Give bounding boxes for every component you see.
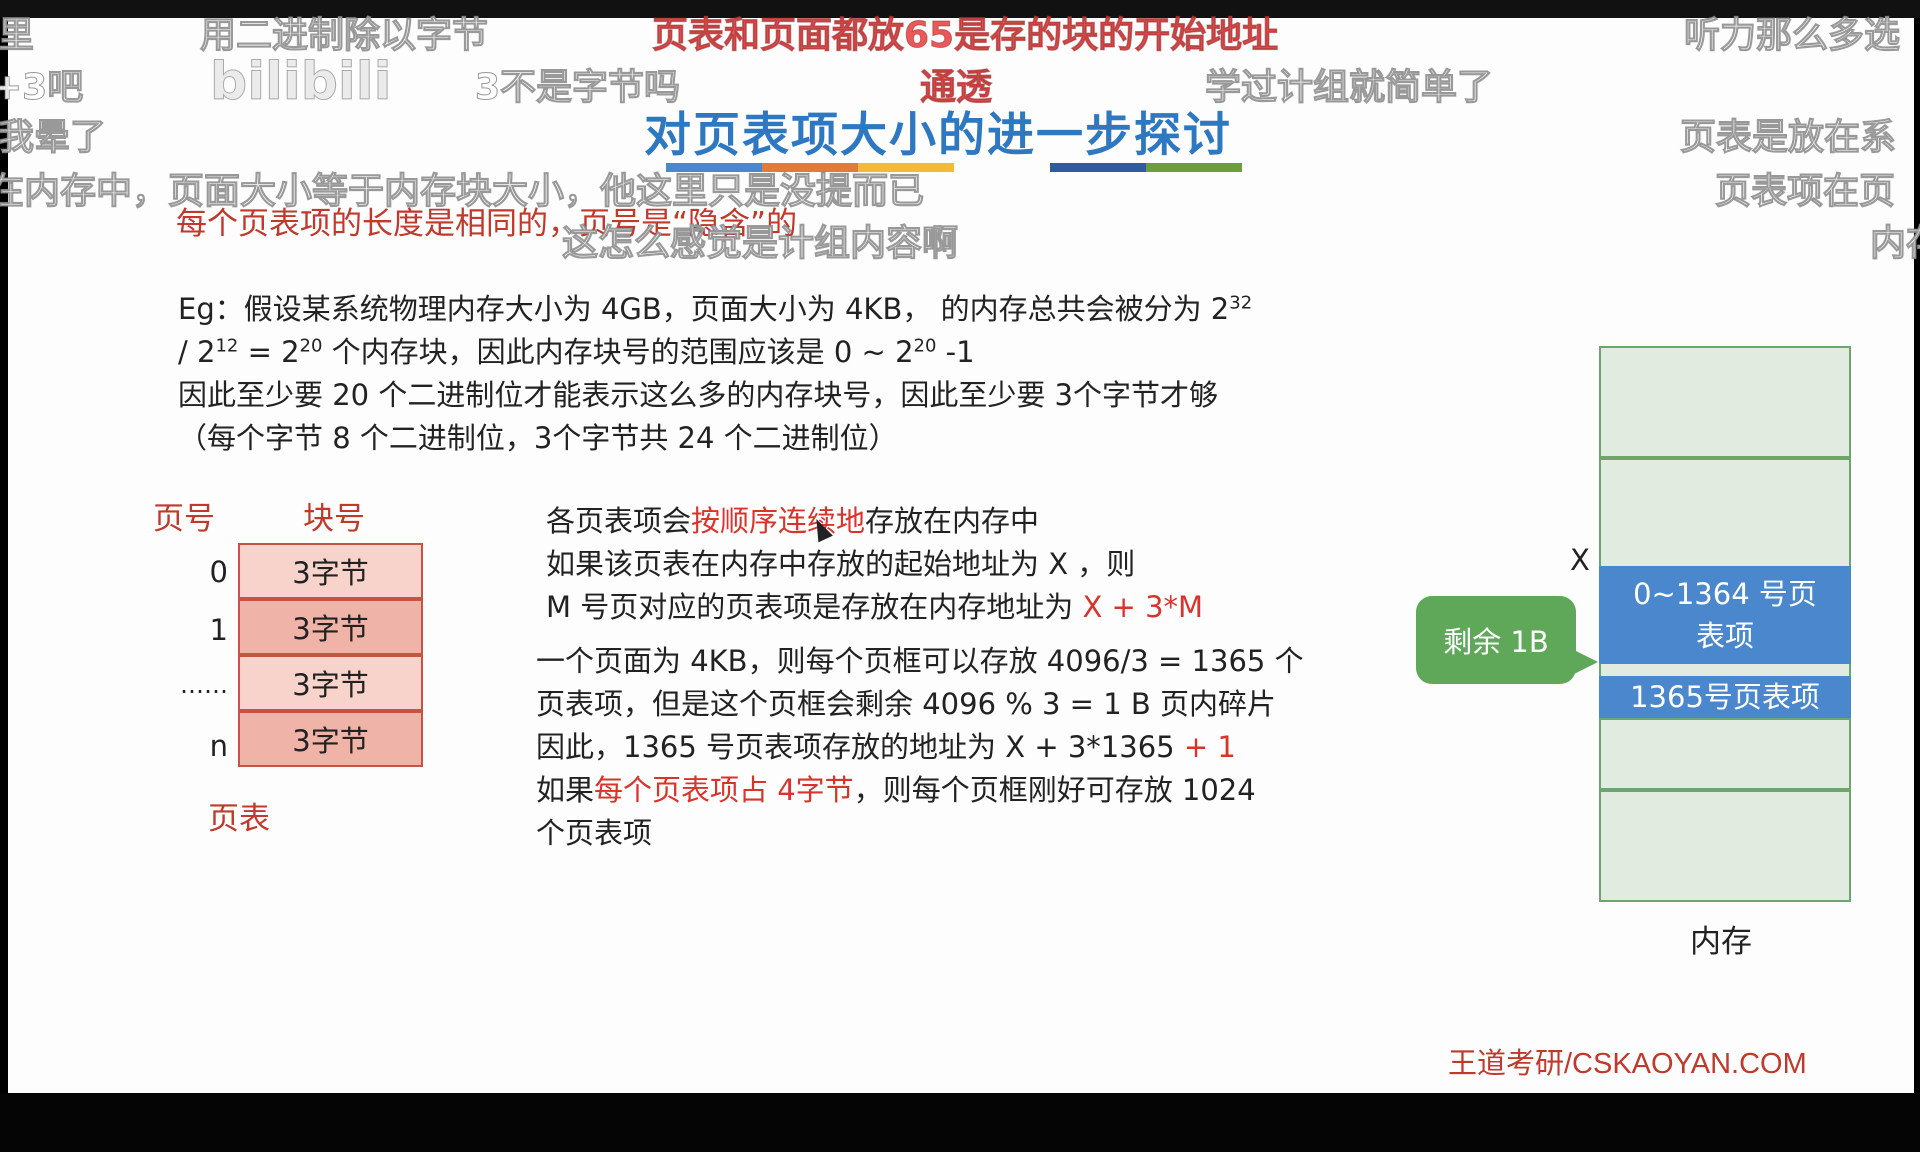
explain-line-3: M 号页对应的页表项是存放在内存地址为 X + 3*M [546,586,1203,629]
page-table-cell: 3字节 [238,655,423,711]
video-bottom-bar [0,1093,1920,1152]
memory-caption: 内存 [1690,924,1752,960]
example-paragraph: Eg：假设某系统物理内存大小为 4GB，页面大小为 4KB， 的内存总共会被分为… [178,288,1252,460]
explain-line-8: 个页表项 [536,816,653,850]
footer-brand: 王道考研/CSKAOYAN.COM [1448,1048,1807,1080]
eg-sup: 12 [215,335,239,357]
explain-text: 因此，1365 号页表项存放的地址为 X + 3*1365 [536,730,1184,764]
row-label-n: n [209,729,228,763]
danmaku-comment: 页表是放在系 [1679,117,1897,159]
explain-line-5: 页表项，但是这个页框会剩余 4096 % 3 = 1 B 页内碎片 [536,687,1276,721]
explain-text: 各页表项会 [546,504,692,538]
danmaku-comment: 通透 [919,67,993,109]
explain-highlight: 按顺序连续地 [691,504,866,538]
eg-sup: 20 [299,335,323,357]
example-line-3: 因此至少要 20 个二进制位才能表示这么多的内存块号，因此至少要 3个字节才够 [178,378,1219,412]
example-line-2: / 212 = 220 个内存块，因此内存块号的范围应该是 0 ~ 220 -1 [178,331,1252,374]
memory-label: 0~1364 号页 [1633,577,1817,611]
explain-highlight: 每个页表项占 4字节 [594,773,854,807]
page-table-caption: 页表 [208,801,270,837]
explain-text: M 号页对应的页表项是存放在内存地址为 [546,590,1083,624]
row-label-ellipsis: …… [180,671,228,699]
danmaku-comment: 里 [0,15,35,57]
memory-label: 表项 [1695,619,1754,653]
danmaku-comment: 内存 [1869,223,1920,265]
danmaku-comment: 这怎么感觉是计组内容啊 [561,223,959,265]
row-label-1: 1 [209,613,228,647]
start-address-label: X [1570,543,1590,577]
danmaku-comment: 我晕了 [0,117,107,159]
page-table-cell: 3字节 [238,599,423,655]
example-line-4: （每个字节 8 个二进制位，3个字节共 24 个二进制位） [178,421,898,455]
explain-text: 存放在内存中 [865,504,1040,538]
accent-bar-5 [1146,163,1242,172]
danmaku-comment: 听力那么多选 [1683,15,1901,57]
danmaku-comment: 3不是字节吗 [474,67,681,109]
memory-block [1599,458,1851,568]
danmaku-comment: +3吧 [0,67,84,109]
explain-line-7: 如果每个页表项占 4字节，则每个页框刚好可存放 1024 [536,769,1304,812]
page-number-header: 页号 [153,501,215,537]
eg-text: Eg：假设某系统物理内存大小为 4GB，页面大小为 4KB， 的内存总共会被分为… [178,292,1230,326]
danmaku-comment: 页表项在页 [1714,171,1896,213]
example-line-1: Eg：假设某系统物理内存大小为 4GB，页面大小为 4KB， 的内存总共会被分为… [178,288,1252,331]
memory-block [1599,718,1851,790]
memory-block [1599,790,1851,902]
eg-text: -1 [936,335,975,369]
explain-text: ，则每个页框刚好可存放 1024 [853,773,1256,807]
explain-line-6: 因此，1365 号页表项存放的地址为 X + 3*1365 + 1 [536,726,1304,769]
explain-text: 如果 [536,773,595,807]
eg-sup: 20 [913,335,937,357]
page-table-entries-0-1364: 0~1364 号页 表项 [1599,566,1851,664]
eg-text: / 2 [178,335,216,369]
memory-gap [1599,664,1851,676]
row-label-0: 0 [209,555,228,589]
page-table-cell: 3字节 [238,543,423,599]
page-table-cell: 3字节 [238,711,423,767]
remainder-callout: 剩余 1B [1416,596,1576,684]
explain-highlight: X + 3*M [1082,590,1204,624]
bilibili-logo: bilibili [209,52,392,113]
callout-pointer [1570,648,1598,676]
danmaku-comment: 页表和页面都放65是存的块的开始地址 [651,15,1279,57]
danmaku-comment: 在内存中，页面大小等于内存块大小，他这里只是没提而已 [0,171,925,213]
eg-text: 个内存块，因此内存块号的范围应该是 0 ~ 2 [322,335,914,369]
explanation-upper: 各页表项会按顺序连续地存放在内存中 如果该页表在内存中存放的起始地址为 X ，则… [546,500,1203,629]
block-number-header: 块号 [303,501,365,537]
explain-line-2: 如果该页表在内存中存放的起始地址为 X ，则 [546,547,1136,581]
danmaku-comment: 学过计组就简单了 [1204,67,1494,109]
danmaku-comment: 用二进制除以字节 [199,15,489,57]
explain-line-4: 一个页面为 4KB，则每个页框可以存放 4096/3 = 1365 个 [536,644,1304,678]
explain-line-1: 各页表项会按顺序连续地存放在内存中 [546,500,1203,543]
accent-bar-4 [1050,163,1146,172]
eg-text: = 2 [238,335,300,369]
page-table-entry-1365: 1365号页表项 [1599,676,1851,718]
explain-highlight: + 1 [1183,730,1236,764]
memory-block [1599,346,1851,458]
eg-sup: 32 [1229,292,1253,314]
explanation-lower: 一个页面为 4KB，则每个页框可以存放 4096/3 = 1365 个 页表项，… [536,640,1304,855]
